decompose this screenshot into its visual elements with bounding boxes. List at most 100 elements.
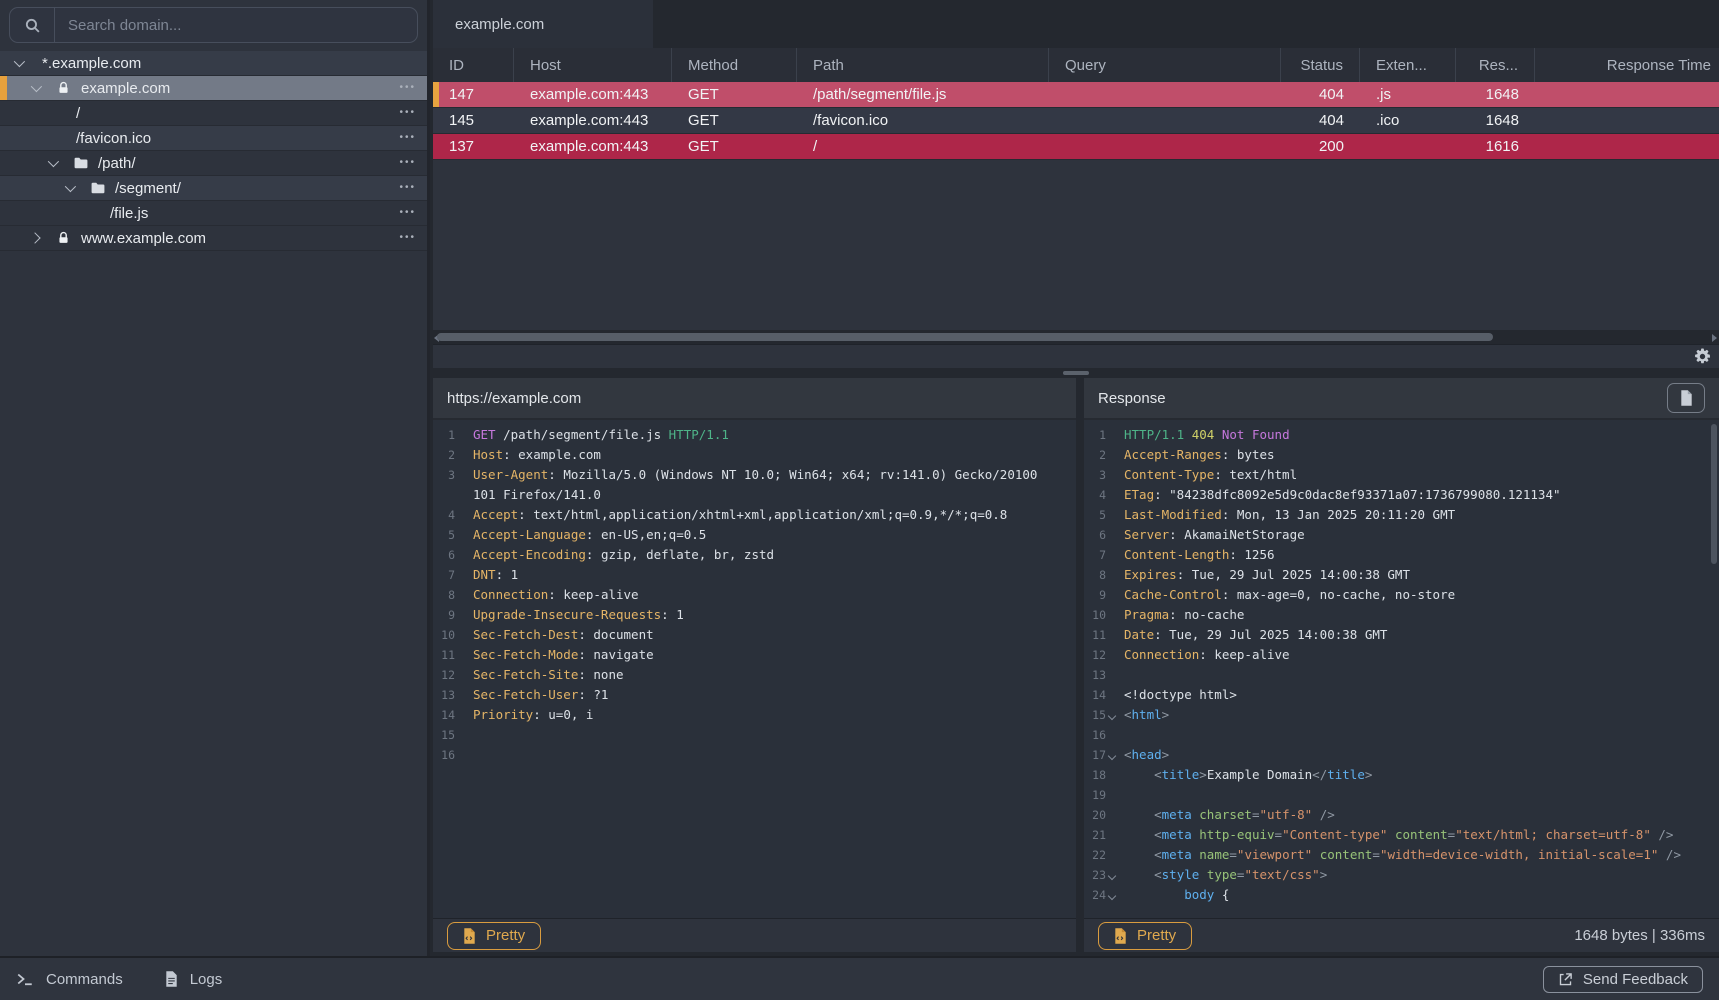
tab-strip: example.com [433, 0, 1719, 48]
splitter-handle-icon[interactable] [1063, 371, 1089, 375]
code-text: body { [1124, 885, 1229, 905]
request-row-137[interactable]: 137example.com:443GET/2001616 [433, 134, 1719, 160]
tree-item-www-example-com[interactable]: www.example.com••• [0, 226, 427, 251]
code-token [1124, 767, 1154, 782]
tree-item-path[interactable]: /path/••• [0, 151, 427, 176]
code-text: Content-Type: text/html [1124, 465, 1297, 485]
line-number: 4 [433, 505, 455, 525]
code-line: 8Expires: Tue, 29 Jul 2025 14:00:38 GMT [1084, 565, 1719, 585]
code-token: : gzip, deflate, br, zstd [586, 547, 774, 562]
response-scrollbar-thumb[interactable] [1711, 424, 1717, 564]
chevron-down-icon[interactable] [31, 81, 42, 92]
column-header-time[interactable]: Response Time [1535, 48, 1719, 82]
code-token: : text/html,application/xhtml+xml,applic… [518, 507, 1007, 522]
item-menu-button[interactable]: ••• [399, 208, 416, 218]
code-token: content [1395, 827, 1448, 842]
code-line: 4Accept: text/html,application/xhtml+xml… [433, 505, 1076, 525]
fold-gutter [1106, 725, 1119, 745]
column-header-method[interactable]: Method [672, 48, 797, 82]
request-row-147[interactable]: 147example.com:443GET/path/segment/file.… [433, 82, 1719, 108]
lock-icon-slot [57, 81, 79, 95]
request-editor[interactable]: 1GET /path/segment/file.js HTTP/1.12Host… [433, 420, 1076, 918]
item-menu-button[interactable]: ••• [399, 233, 416, 243]
code-token: title [1327, 767, 1365, 782]
column-header-status[interactable]: Status [1281, 48, 1360, 82]
chevron-down-icon[interactable] [65, 181, 76, 192]
code-token: = [1372, 847, 1380, 862]
column-header-extension[interactable]: Exten... [1360, 48, 1456, 82]
request-pretty-button[interactable]: Pretty [447, 922, 541, 950]
chevron-right-icon[interactable] [29, 232, 40, 243]
logs-button[interactable]: Logs [165, 971, 223, 988]
code-text: Connection: keep-alive [1124, 645, 1290, 665]
code-token: : 1256 [1229, 547, 1274, 562]
code-token: : "84238dfc8092e5d9c0dac8ef93371a07:1736… [1154, 487, 1560, 502]
code-line: 6Server: AkamaiNetStorage [1084, 525, 1719, 545]
sitemap-sidebar: *.example.comexample.com•••/•••/favicon.… [0, 0, 430, 956]
column-header-query[interactable]: Query [1049, 48, 1281, 82]
fold-gutter [455, 545, 468, 565]
request-row-145[interactable]: 145example.com:443GET/favicon.ico404.ico… [433, 108, 1719, 134]
send-feedback-button[interactable]: Send Feedback [1543, 966, 1703, 993]
line-number: 18 [1084, 765, 1106, 785]
tree-item-example-com[interactable]: example.com••• [0, 76, 427, 101]
response-pretty-button[interactable]: Pretty [1098, 922, 1192, 950]
tree-item-example-com[interactable]: *.example.com [0, 51, 427, 76]
line-number: 4 [1084, 485, 1106, 505]
code-token: 404 [1192, 427, 1215, 442]
tree-item-segment[interactable]: /segment/••• [0, 176, 427, 201]
scrollbar-thumb[interactable] [437, 333, 1493, 341]
search-input[interactable] [55, 17, 417, 34]
cell-id: 145 [433, 108, 514, 133]
line-number: 12 [1084, 645, 1106, 665]
code-token: : keep-alive [1199, 647, 1289, 662]
tree-item-root[interactable]: /••• [0, 101, 427, 126]
code-text: Priority: u=0, i [473, 705, 593, 725]
line-number: 16 [1084, 725, 1106, 745]
code-token: : text/html [1214, 467, 1297, 482]
fold-chevron-icon[interactable] [1106, 885, 1119, 905]
fold-chevron-icon[interactable] [1106, 865, 1119, 885]
item-menu-button[interactable]: ••• [399, 108, 416, 118]
commands-button[interactable]: Commands [16, 971, 123, 988]
code-token: "text/css" [1244, 867, 1319, 882]
tree-item-favicon-ico[interactable]: /favicon.ico••• [0, 126, 427, 151]
search-button[interactable] [10, 8, 55, 42]
cell-status: 404 [1281, 108, 1360, 133]
tab-example-com[interactable]: example.com [433, 0, 653, 48]
item-menu-button[interactable]: ••• [399, 83, 416, 93]
column-header-path[interactable]: Path [797, 48, 1049, 82]
code-token: < [1154, 867, 1162, 882]
code-token: : keep-alive [548, 587, 638, 602]
response-file-button[interactable] [1667, 383, 1705, 413]
line-number: 15 [1084, 705, 1106, 725]
chevron-down-icon[interactable] [14, 56, 25, 67]
panel-splitter[interactable] [433, 368, 1719, 378]
horizontal-scrollbar[interactable] [433, 330, 1719, 344]
response-editor[interactable]: 1HTTP/1.1 404 Not Found2Accept-Ranges: b… [1084, 420, 1719, 918]
code-token [1124, 887, 1184, 902]
code-token: Upgrade-Insecure-Requests [473, 607, 661, 622]
feedback-label: Send Feedback [1583, 971, 1688, 988]
item-menu-button[interactable]: ••• [399, 133, 416, 143]
code-text: <meta name="viewport" content="width=dev… [1124, 845, 1681, 865]
item-menu-button[interactable]: ••• [399, 183, 416, 193]
item-menu-button[interactable]: ••• [399, 158, 416, 168]
column-header-length[interactable]: Res... [1456, 48, 1535, 82]
column-header-id[interactable]: ID [433, 48, 514, 82]
scroll-right-arrow[interactable] [1712, 334, 1717, 342]
code-token: Sec-Fetch-Dest [473, 627, 578, 642]
tree-item-file-js[interactable]: /file.js••• [0, 201, 427, 226]
column-header-host[interactable]: Host [514, 48, 672, 82]
code-line: 7Content-Length: 1256 [1084, 545, 1719, 565]
line-number: 12 [433, 665, 455, 685]
code-line: 10Pragma: no-cache [1084, 605, 1719, 625]
gear-icon[interactable] [1694, 348, 1711, 365]
tree-chevron-slot [12, 59, 40, 67]
fold-chevron-icon[interactable] [1106, 745, 1119, 765]
code-token: : ?1 [578, 687, 608, 702]
fold-chevron-icon[interactable] [1106, 705, 1119, 725]
chevron-down-icon[interactable] [48, 156, 59, 167]
code-text: Accept-Ranges: bytes [1124, 445, 1275, 465]
fold-gutter [1106, 845, 1119, 865]
